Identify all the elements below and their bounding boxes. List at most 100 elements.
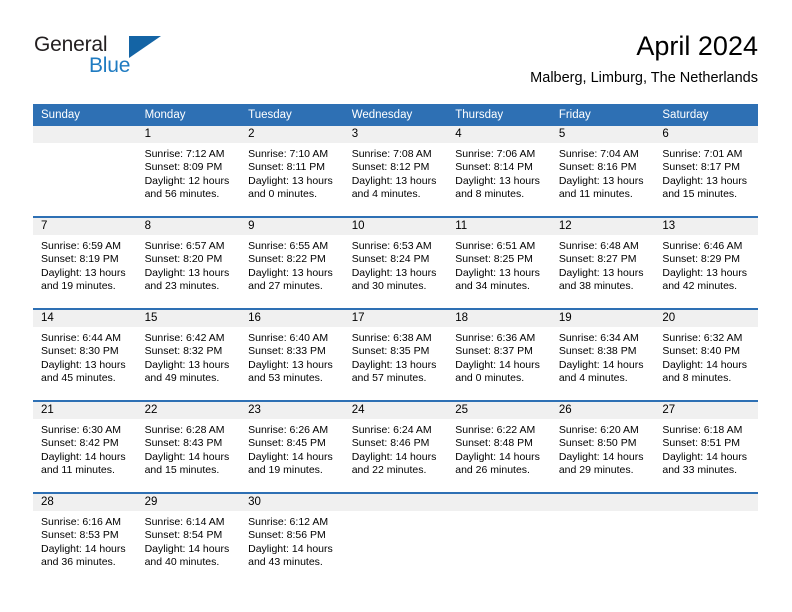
day-number: 27 [654,402,758,419]
day-cell[interactable]: 24 Sunrise: 6:24 AM Sunset: 8:46 PM Dayligh… [343,402,448,492]
day-details: Sunrise: 6:32 AM Sunset: 8:40 PM Daylight:… [654,327,758,385]
daylight-text-line2: and 0 minutes. [455,371,525,384]
calendar-cell: 6 Sunrise: 7:01 AM Sunset: 8:17 PM Daylight… [654,126,758,217]
calendar-week-row: 14 Sunrise: 6:44 AM Sunset: 8:30 PM Dayligh… [33,308,758,401]
daylight-text-line2: and 38 minutes. [558,279,634,292]
day-cell[interactable]: 1 Sunrise: 7:12 AM Sunset: 8:09 PM Daylight… [136,126,241,216]
calendar-cell: 18 Sunrise: 6:36 AM Sunset: 8:37 PM Dayligh… [447,308,551,401]
day-cell-empty [343,494,448,584]
day-number: 17 [343,310,448,327]
calendar-cell: 30 Sunrise: 6:12 AM Sunset: 8:56 PM Dayligh… [240,492,344,584]
day-cell[interactable]: 8 Sunrise: 6:57 AM Sunset: 8:20 PM Daylight… [136,218,241,308]
sunset-text: Sunset: 8:40 PM [662,345,741,358]
day-details: Sunrise: 6:20 AM Sunset: 8:50 PM Daylight:… [551,419,655,477]
daylight-text-line1: Daylight: 12 hours [144,174,230,187]
calendar-cell: 27 Sunrise: 6:18 AM Sunset: 8:51 PM Dayligh… [654,400,758,493]
day-cell[interactable]: 4 Sunrise: 7:06 AM Sunset: 8:14 PM Daylight… [447,126,551,216]
day-cell[interactable]: 25 Sunrise: 6:22 AM Sunset: 8:48 PM Dayligh… [447,402,551,492]
day-cell[interactable]: 9 Sunrise: 6:55 AM Sunset: 8:22 PM Daylight… [240,218,344,308]
calendar-table: Sunday Monday Tuesday Wednesday Thursday… [33,104,758,584]
day-details: Sunrise: 6:53 AM Sunset: 8:24 PM Daylight:… [344,235,448,293]
sunrise-text: Sunrise: 6:16 AM [41,516,121,528]
calendar-cell: 5 Sunrise: 7:04 AM Sunset: 8:16 PM Daylight… [550,126,655,217]
sunrise-text: Sunrise: 6:48 AM [558,240,639,252]
day-cell[interactable]: 2 Sunrise: 7:10 AM Sunset: 8:11 PM Daylight… [240,126,344,216]
calendar-cell [654,492,758,584]
sunrise-text: Sunrise: 6:59 AM [41,240,121,252]
day-details: Sunrise: 6:38 AM Sunset: 8:35 PM Daylight:… [344,327,448,385]
day-number: 18 [447,310,551,327]
daylight-text-line1: Daylight: 13 hours [41,358,126,371]
day-cell[interactable]: 29 Sunrise: 6:14 AM Sunset: 8:54 PM Dayligh… [136,494,241,584]
daylight-text-line1: Daylight: 14 hours [41,450,126,463]
day-cell[interactable]: 28 Sunrise: 6:16 AM Sunset: 8:53 PM Dayligh… [33,494,137,584]
day-cell[interactable]: 20 Sunrise: 6:32 AM Sunset: 8:40 PM Dayligh… [654,310,758,400]
day-cell[interactable]: 5 Sunrise: 7:04 AM Sunset: 8:16 PM Daylight… [550,126,655,216]
day-cell[interactable]: 22 Sunrise: 6:28 AM Sunset: 8:43 PM Dayligh… [136,402,241,492]
location-subtitle: Malberg, Limburg, The Netherlands [530,70,758,86]
day-cell[interactable]: 15 Sunrise: 6:42 AM Sunset: 8:32 PM Dayligh… [136,310,241,400]
sunrise-text: Sunrise: 6:36 AM [455,332,536,344]
day-details: Sunrise: 7:10 AM Sunset: 8:11 PM Daylight:… [240,143,344,201]
day-details: Sunrise: 6:59 AM Sunset: 8:19 PM Daylight:… [33,235,137,293]
day-number [654,494,758,511]
daylight-text-line1: Daylight: 13 hours [351,174,437,187]
day-cell[interactable]: 11 Sunrise: 6:51 AM Sunset: 8:25 PM Dayligh… [447,218,551,308]
weekday-header-saturday: Saturday [654,104,758,126]
sunset-text: Sunset: 8:54 PM [144,529,223,542]
triangle-icon [129,36,161,58]
day-cell[interactable]: 21 Sunrise: 6:30 AM Sunset: 8:42 PM Dayligh… [33,402,137,492]
day-cell[interactable]: 10 Sunrise: 6:53 AM Sunset: 8:24 PM Dayligh… [343,218,448,308]
sunset-text: Sunset: 8:35 PM [351,345,430,358]
daylight-text-line1: Daylight: 13 hours [455,266,540,279]
sunset-text: Sunset: 8:46 PM [351,437,430,450]
day-number: 1 [136,126,241,143]
day-cell[interactable]: 3 Sunrise: 7:08 AM Sunset: 8:12 PM Daylight… [343,126,448,216]
day-cell[interactable]: 27 Sunrise: 6:18 AM Sunset: 8:51 PM Dayligh… [654,402,758,492]
sunrise-text: Sunrise: 6:53 AM [351,240,432,252]
sunrise-text: Sunrise: 6:32 AM [662,332,743,344]
daylight-text-line2: and 42 minutes. [662,279,738,292]
sunset-text: Sunset: 8:50 PM [558,437,637,450]
sunset-text: Sunset: 8:20 PM [144,253,223,266]
sunrise-text: Sunrise: 6:46 AM [662,240,743,252]
day-number: 3 [343,126,448,143]
calendar-cell: 7 Sunrise: 6:59 AM Sunset: 8:19 PM Daylight… [33,216,137,309]
sunset-text: Sunset: 8:53 PM [41,529,119,542]
daylight-text-line1: Daylight: 13 hours [662,266,748,279]
day-cell[interactable]: 12 Sunrise: 6:48 AM Sunset: 8:27 PM Dayligh… [550,218,655,308]
weekday-header-thursday: Thursday [447,104,551,126]
day-cell[interactable]: 19 Sunrise: 6:34 AM Sunset: 8:38 PM Dayligh… [550,310,655,400]
day-cell[interactable]: 23 Sunrise: 6:26 AM Sunset: 8:45 PM Dayligh… [240,402,344,492]
day-cell[interactable]: 7 Sunrise: 6:59 AM Sunset: 8:19 PM Daylight… [33,218,137,308]
sunrise-text: Sunrise: 6:30 AM [41,424,121,436]
sunset-text: Sunset: 8:11 PM [248,161,325,174]
day-details: Sunrise: 6:55 AM Sunset: 8:22 PM Daylight:… [240,235,344,293]
daylight-text-line1: Daylight: 13 hours [144,266,230,279]
calendar-cell: 21 Sunrise: 6:30 AM Sunset: 8:42 PM Dayligh… [33,400,137,493]
sunrise-text: Sunrise: 6:42 AM [144,332,225,344]
day-cell[interactable]: 6 Sunrise: 7:01 AM Sunset: 8:17 PM Daylight… [654,126,758,216]
sunrise-text: Sunrise: 6:28 AM [144,424,225,436]
daylight-text-line2: and 22 minutes. [351,463,427,476]
day-cell[interactable]: 17 Sunrise: 6:38 AM Sunset: 8:35 PM Dayligh… [343,310,448,400]
daylight-text-line2: and 19 minutes. [41,279,116,292]
day-cell[interactable]: 18 Sunrise: 6:36 AM Sunset: 8:37 PM Dayligh… [447,310,551,400]
logo[interactable]: General Blue [34,33,234,83]
sunset-text: Sunset: 8:25 PM [455,253,533,266]
calendar-cell: 19 Sunrise: 6:34 AM Sunset: 8:38 PM Dayligh… [550,308,655,401]
day-cell[interactable]: 16 Sunrise: 6:40 AM Sunset: 8:33 PM Dayligh… [240,310,344,400]
day-cell[interactable]: 14 Sunrise: 6:44 AM Sunset: 8:30 PM Dayligh… [33,310,137,400]
day-cell[interactable]: 13 Sunrise: 6:46 AM Sunset: 8:29 PM Dayligh… [654,218,758,308]
sunrise-text: Sunrise: 7:01 AM [662,148,743,160]
day-cell[interactable]: 30 Sunrise: 6:12 AM Sunset: 8:56 PM Dayligh… [240,494,344,584]
calendar-cell: 1 Sunrise: 7:12 AM Sunset: 8:09 PM Daylight… [136,126,241,217]
daylight-text-line2: and 30 minutes. [351,279,427,292]
daylight-text-line2: and 43 minutes. [248,555,323,568]
sunrise-text: Sunrise: 7:08 AM [351,148,432,160]
daylight-text-line1: Daylight: 14 hours [558,450,644,463]
day-number: 21 [33,402,137,419]
sunset-text: Sunset: 8:19 PM [41,253,119,266]
calendar-cell [33,126,137,217]
day-cell[interactable]: 26 Sunrise: 6:20 AM Sunset: 8:50 PM Dayligh… [550,402,655,492]
